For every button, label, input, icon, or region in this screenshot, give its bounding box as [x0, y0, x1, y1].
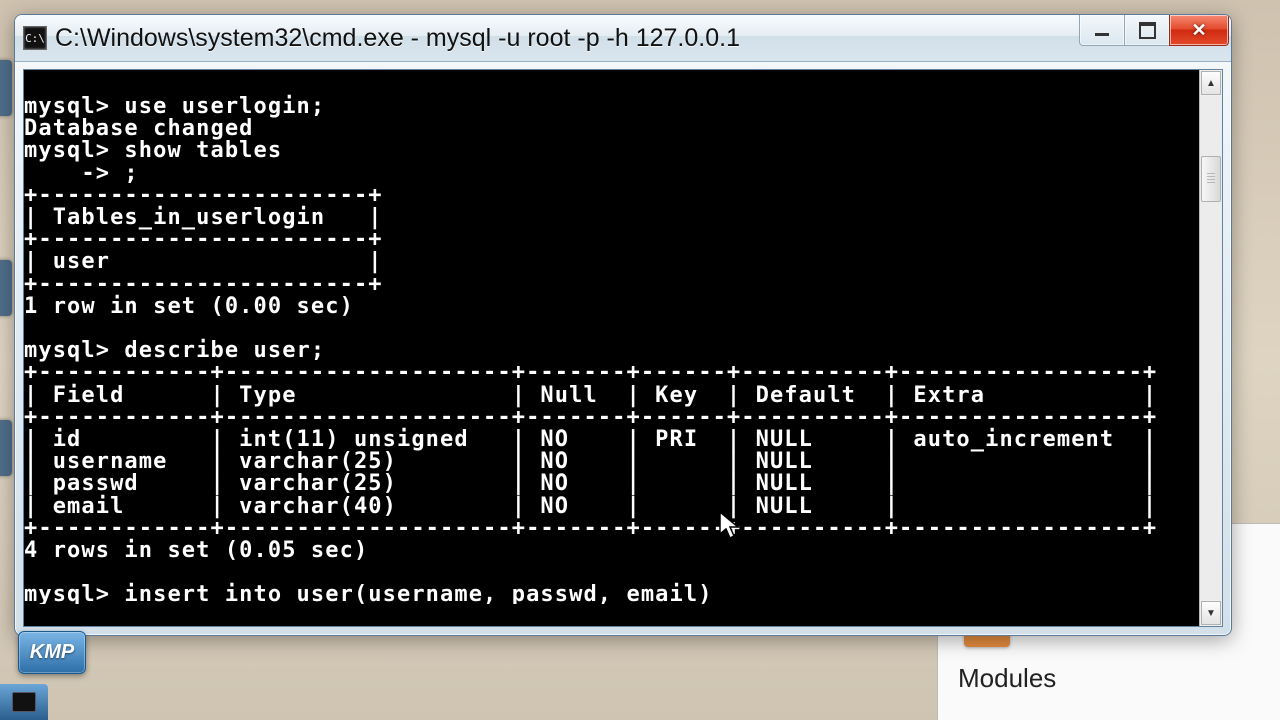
desktop-icon-partial — [0, 60, 12, 116]
cmd-window: C:\ C:\Windows\system32\cmd.exe - mysql … — [14, 14, 1232, 636]
desktop-icon-partial — [0, 420, 12, 476]
window-title: C:\Windows\system32\cmd.exe - mysql -u r… — [55, 24, 740, 53]
scroll-thumb[interactable] — [1201, 156, 1221, 202]
scroll-track[interactable] — [1200, 96, 1222, 600]
bg-label: Modules — [958, 663, 1280, 694]
titlebar[interactable]: C:\ C:\Windows\system32\cmd.exe - mysql … — [15, 15, 1231, 62]
desktop-icon-partial — [0, 260, 12, 316]
kmp-taskbar-icon[interactable]: KMP — [18, 631, 86, 674]
client-area: mysql> use userlogin; Database changed m… — [23, 69, 1223, 627]
terminal-output[interactable]: mysql> use userlogin; Database changed m… — [24, 92, 1199, 604]
cmd-icon: C:\ — [23, 26, 47, 50]
close-icon: ✕ — [1191, 21, 1206, 39]
scroll-down-button[interactable]: ▼ — [1201, 601, 1221, 625]
desktop: plicat rol Pa \ Friends E Modules C:\ C:… — [0, 0, 1280, 720]
minimize-button[interactable] — [1079, 15, 1125, 46]
taskbar-item[interactable] — [0, 684, 48, 720]
maximize-button[interactable] — [1124, 15, 1170, 46]
close-button[interactable]: ✕ — [1169, 15, 1229, 46]
scroll-up-button[interactable]: ▲ — [1201, 71, 1221, 95]
vertical-scrollbar[interactable]: ▲ ▼ — [1199, 70, 1222, 626]
